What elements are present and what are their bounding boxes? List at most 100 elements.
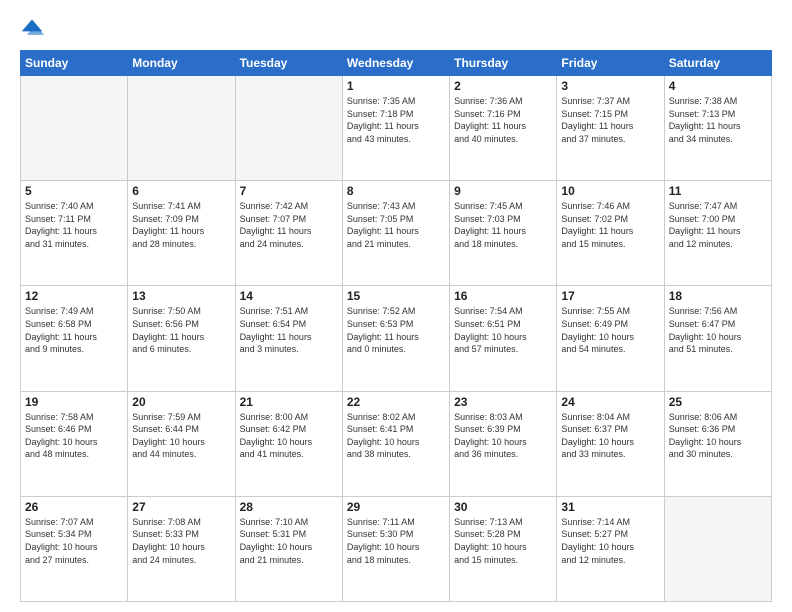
day-info: Sunrise: 8:06 AM Sunset: 6:36 PM Dayligh…	[669, 411, 767, 461]
day-info: Sunrise: 7:40 AM Sunset: 7:11 PM Dayligh…	[25, 200, 123, 250]
day-number: 22	[347, 395, 445, 409]
calendar-header-row: Sunday Monday Tuesday Wednesday Thursday…	[21, 51, 772, 76]
calendar-cell: 10 Sunrise: 7:46 AM Sunset: 7:02 PM Dayli…	[557, 181, 664, 286]
day-number: 19	[25, 395, 123, 409]
calendar-cell: 26 Sunrise: 7:07 AM Sunset: 5:34 PM Dayli…	[21, 496, 128, 601]
day-info: Sunrise: 7:56 AM Sunset: 6:47 PM Dayligh…	[669, 305, 767, 355]
day-number: 31	[561, 500, 659, 514]
calendar-cell: 15 Sunrise: 7:52 AM Sunset: 6:53 PM Dayli…	[342, 286, 449, 391]
calendar-cell: 29 Sunrise: 7:11 AM Sunset: 5:30 PM Dayli…	[342, 496, 449, 601]
day-number: 10	[561, 184, 659, 198]
calendar-cell: 13Sunrise: 7:50 AM Sunset: 6:56 PM Dayli…	[128, 286, 235, 391]
day-number: 12	[25, 289, 123, 303]
col-thursday: Thursday	[450, 51, 557, 76]
day-info: Sunrise: 7:13 AM Sunset: 5:28 PM Dayligh…	[454, 516, 552, 566]
calendar-week-row: 26 Sunrise: 7:07 AM Sunset: 5:34 PM Dayli…	[21, 496, 772, 601]
calendar-cell: 3 Sunrise: 7:37 AM Sunset: 7:15 PM Daylig…	[557, 76, 664, 181]
day-info: Sunrise: 7:54 AM Sunset: 6:51 PM Dayligh…	[454, 305, 552, 355]
day-number: 16	[454, 289, 552, 303]
day-number: 20	[132, 395, 230, 409]
day-info: Sunrise: 7:55 AM Sunset: 6:49 PM Dayligh…	[561, 305, 659, 355]
day-info: Sunrise: 7:36 AM Sunset: 7:16 PM Dayligh…	[454, 95, 552, 145]
calendar-cell	[128, 76, 235, 181]
day-info: Sunrise: 7:10 AM Sunset: 5:31 PM Dayligh…	[240, 516, 338, 566]
day-info: Sunrise: 7:07 AM Sunset: 5:34 PM Dayligh…	[25, 516, 123, 566]
col-monday: Monday	[128, 51, 235, 76]
day-info: Sunrise: 7:43 AM Sunset: 7:05 PM Dayligh…	[347, 200, 445, 250]
day-number: 29	[347, 500, 445, 514]
col-saturday: Saturday	[664, 51, 771, 76]
calendar-cell	[664, 496, 771, 601]
calendar-cell: 6 Sunrise: 7:41 AM Sunset: 7:09 PM Daylig…	[128, 181, 235, 286]
calendar-cell: 12 Sunrise: 7:49 AM Sunset: 6:58 PM Dayli…	[21, 286, 128, 391]
calendar-cell: 17Sunrise: 7:55 AM Sunset: 6:49 PM Dayli…	[557, 286, 664, 391]
calendar-cell	[21, 76, 128, 181]
day-info: Sunrise: 7:52 AM Sunset: 6:53 PM Dayligh…	[347, 305, 445, 355]
calendar-table: Sunday Monday Tuesday Wednesday Thursday…	[20, 50, 772, 602]
day-info: Sunrise: 8:03 AM Sunset: 6:39 PM Dayligh…	[454, 411, 552, 461]
calendar-cell: 11 Sunrise: 7:47 AM Sunset: 7:00 PM Dayli…	[664, 181, 771, 286]
calendar-cell: 8 Sunrise: 7:43 AM Sunset: 7:05 PM Daylig…	[342, 181, 449, 286]
day-info: Sunrise: 8:04 AM Sunset: 6:37 PM Dayligh…	[561, 411, 659, 461]
day-number: 23	[454, 395, 552, 409]
day-info: Sunrise: 7:11 AM Sunset: 5:30 PM Dayligh…	[347, 516, 445, 566]
day-number: 27	[132, 500, 230, 514]
day-number: 26	[25, 500, 123, 514]
day-number: 24	[561, 395, 659, 409]
col-friday: Friday	[557, 51, 664, 76]
day-info: Sunrise: 8:02 AM Sunset: 6:41 PM Dayligh…	[347, 411, 445, 461]
calendar-week-row: 5 Sunrise: 7:40 AM Sunset: 7:11 PM Daylig…	[21, 181, 772, 286]
day-info: Sunrise: 7:59 AM Sunset: 6:44 PM Dayligh…	[132, 411, 230, 461]
calendar-cell: 1 Sunrise: 7:35 AM Sunset: 7:18 PM Daylig…	[342, 76, 449, 181]
calendar-cell: 24 Sunrise: 8:04 AM Sunset: 6:37 PM Dayli…	[557, 391, 664, 496]
day-number: 11	[669, 184, 767, 198]
day-number: 14	[240, 289, 338, 303]
day-info: Sunrise: 7:42 AM Sunset: 7:07 PM Dayligh…	[240, 200, 338, 250]
calendar-cell	[235, 76, 342, 181]
day-number: 4	[669, 79, 767, 93]
calendar-cell: 4Sunrise: 7:38 AM Sunset: 7:13 PM Daylig…	[664, 76, 771, 181]
calendar-cell: 25 Sunrise: 8:06 AM Sunset: 6:36 PM Dayli…	[664, 391, 771, 496]
day-number: 9	[454, 184, 552, 198]
calendar-cell: 5 Sunrise: 7:40 AM Sunset: 7:11 PM Daylig…	[21, 181, 128, 286]
calendar-cell: 30Sunrise: 7:13 AM Sunset: 5:28 PM Dayli…	[450, 496, 557, 601]
calendar-cell: 2 Sunrise: 7:36 AM Sunset: 7:16 PM Daylig…	[450, 76, 557, 181]
calendar-cell: 18 Sunrise: 7:56 AM Sunset: 6:47 PM Dayli…	[664, 286, 771, 391]
day-number: 1	[347, 79, 445, 93]
day-info: Sunrise: 7:45 AM Sunset: 7:03 PM Dayligh…	[454, 200, 552, 250]
calendar-cell: 21Sunrise: 8:00 AM Sunset: 6:42 PM Dayli…	[235, 391, 342, 496]
col-tuesday: Tuesday	[235, 51, 342, 76]
day-info: Sunrise: 7:46 AM Sunset: 7:02 PM Dayligh…	[561, 200, 659, 250]
calendar-cell: 20 Sunrise: 7:59 AM Sunset: 6:44 PM Dayli…	[128, 391, 235, 496]
day-info: Sunrise: 7:41 AM Sunset: 7:09 PM Dayligh…	[132, 200, 230, 250]
calendar-cell: 9 Sunrise: 7:45 AM Sunset: 7:03 PM Daylig…	[450, 181, 557, 286]
day-number: 15	[347, 289, 445, 303]
logo-icon	[20, 16, 44, 40]
day-info: Sunrise: 7:49 AM Sunset: 6:58 PM Dayligh…	[25, 305, 123, 355]
day-info: Sunrise: 7:35 AM Sunset: 7:18 PM Dayligh…	[347, 95, 445, 145]
day-info: Sunrise: 7:08 AM Sunset: 5:33 PM Dayligh…	[132, 516, 230, 566]
day-number: 8	[347, 184, 445, 198]
calendar-cell: 23 Sunrise: 8:03 AM Sunset: 6:39 PM Dayli…	[450, 391, 557, 496]
day-info: Sunrise: 8:00 AM Sunset: 6:42 PM Dayligh…	[240, 411, 338, 461]
day-number: 25	[669, 395, 767, 409]
day-number: 28	[240, 500, 338, 514]
day-info: Sunrise: 7:51 AM Sunset: 6:54 PM Dayligh…	[240, 305, 338, 355]
calendar-cell: 14 Sunrise: 7:51 AM Sunset: 6:54 PM Dayli…	[235, 286, 342, 391]
day-info: Sunrise: 7:47 AM Sunset: 7:00 PM Dayligh…	[669, 200, 767, 250]
day-info: Sunrise: 7:37 AM Sunset: 7:15 PM Dayligh…	[561, 95, 659, 145]
day-number: 5	[25, 184, 123, 198]
day-number: 6	[132, 184, 230, 198]
calendar-cell: 19 Sunrise: 7:58 AM Sunset: 6:46 PM Dayli…	[21, 391, 128, 496]
day-number: 2	[454, 79, 552, 93]
day-info: Sunrise: 7:58 AM Sunset: 6:46 PM Dayligh…	[25, 411, 123, 461]
col-sunday: Sunday	[21, 51, 128, 76]
calendar-cell: 27 Sunrise: 7:08 AM Sunset: 5:33 PM Dayli…	[128, 496, 235, 601]
calendar-cell: 28 Sunrise: 7:10 AM Sunset: 5:31 PM Dayli…	[235, 496, 342, 601]
calendar-week-row: 19 Sunrise: 7:58 AM Sunset: 6:46 PM Dayli…	[21, 391, 772, 496]
day-number: 18	[669, 289, 767, 303]
calendar-cell: 31Sunrise: 7:14 AM Sunset: 5:27 PM Dayli…	[557, 496, 664, 601]
calendar-cell: 7 Sunrise: 7:42 AM Sunset: 7:07 PM Daylig…	[235, 181, 342, 286]
day-number: 7	[240, 184, 338, 198]
day-number: 3	[561, 79, 659, 93]
